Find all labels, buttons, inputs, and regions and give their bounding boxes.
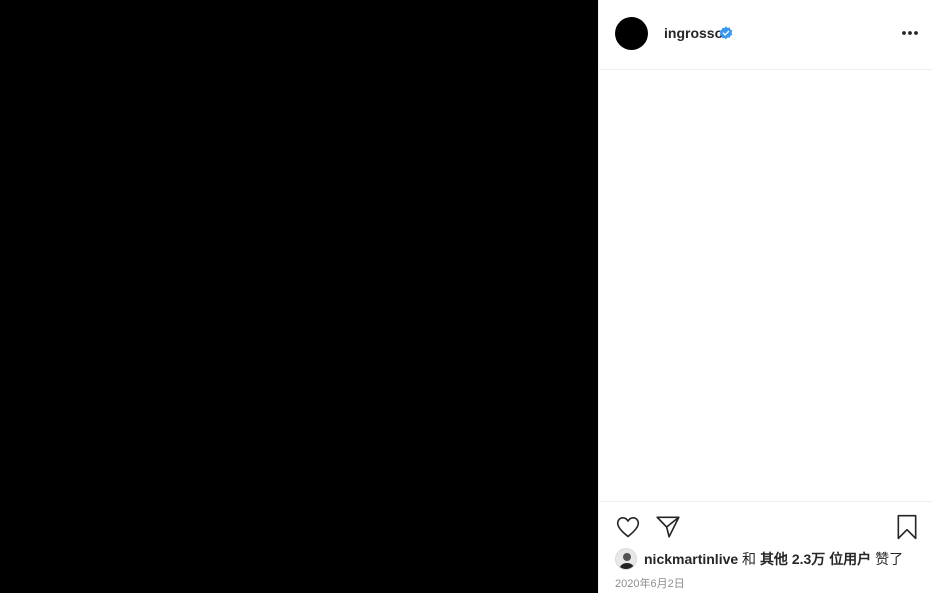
likes-connector: 和 xyxy=(742,551,757,567)
person-icon xyxy=(619,553,635,569)
liker-avatar[interactable] xyxy=(615,548,637,570)
author-username[interactable]: ingrosso xyxy=(664,25,723,41)
verified-badge-icon xyxy=(719,26,733,40)
others-label[interactable]: 其他 xyxy=(760,551,788,567)
paper-plane-icon[interactable] xyxy=(655,514,681,540)
more-horizontal-icon[interactable] xyxy=(899,23,921,43)
bookmark-icon[interactable] xyxy=(895,514,919,540)
comments-area xyxy=(599,70,933,501)
author-avatar[interactable] xyxy=(615,17,648,50)
liker-username[interactable]: nickmartinlive xyxy=(644,551,738,567)
post-media[interactable] xyxy=(0,0,598,593)
likes-users-label[interactable]: 位用户 xyxy=(829,551,871,567)
post-actions: nickmartinlive 和 其他 2.3万 位用户 赞了 2020年6月2… xyxy=(599,501,933,593)
likes-summary[interactable]: nickmartinlive 和 其他 2.3万 位用户 赞了 xyxy=(615,548,925,570)
likes-count[interactable]: 2.3万 xyxy=(792,551,825,567)
post-side-panel: ingrosso nickmartinlive 和 其他 2.3万 位用户 赞了… xyxy=(598,0,933,593)
post-header: ingrosso xyxy=(599,0,933,70)
post-date[interactable]: 2020年6月2日 xyxy=(615,577,685,591)
likes-text: nickmartinlive 和 其他 2.3万 位用户 赞了 xyxy=(644,548,903,570)
heart-icon[interactable] xyxy=(615,514,641,540)
likes-suffix: 赞了 xyxy=(875,551,904,567)
